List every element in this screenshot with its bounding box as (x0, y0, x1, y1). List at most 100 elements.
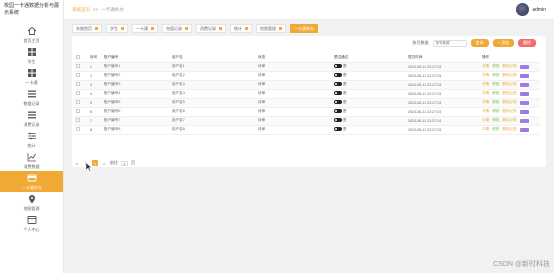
tab-close-icon[interactable] (245, 27, 248, 30)
pager-prev[interactable]: < (74, 160, 80, 166)
extra-action-button[interactable] (519, 64, 529, 69)
edit-link[interactable]: 修改 (492, 82, 499, 87)
row-checkbox[interactable] (76, 82, 80, 86)
extra-action-button[interactable] (519, 91, 529, 96)
search-button[interactable]: 查询 (470, 39, 489, 47)
cell-actions: 详情 修改 删除记录 (480, 98, 540, 108)
sidebar-item-2[interactable]: 学生 (0, 45, 63, 66)
sidebar-item-8[interactable]: 一卡通补办 (0, 171, 63, 192)
row-select-cell[interactable] (74, 107, 88, 117)
pass-toggle[interactable] (334, 127, 342, 131)
cell-account: 账户编号5 (102, 98, 170, 108)
view-link[interactable]: 详情 (482, 109, 489, 114)
view-link[interactable]: 详情 (482, 127, 489, 132)
extra-action-button[interactable] (519, 100, 529, 105)
select-all-checkbox[interactable] (76, 54, 80, 59)
view-link[interactable]: 详情 (482, 64, 489, 69)
tab-7[interactable]: 地图管理 (256, 24, 286, 33)
pass-toggle[interactable] (334, 118, 342, 122)
delete-link[interactable]: 删除记录 (502, 82, 516, 87)
sidebar-item-10[interactable]: 个人中心 (0, 213, 63, 234)
tab-2[interactable]: 学生 (106, 24, 128, 33)
cell-pass: 是 (332, 89, 406, 99)
pass-toggle[interactable] (334, 91, 342, 95)
pass-toggle[interactable] (334, 109, 342, 113)
delete-link[interactable]: 删除记录 (502, 64, 516, 69)
pager-current[interactable]: 1 (92, 160, 98, 166)
edit-link[interactable]: 修改 (492, 73, 499, 78)
row-checkbox[interactable] (76, 127, 80, 131)
delete-button[interactable]: 删除 (518, 39, 536, 47)
delete-link[interactable]: 删除记录 (502, 118, 516, 123)
edit-link[interactable]: 修改 (492, 91, 499, 96)
avatar[interactable] (516, 3, 530, 16)
extra-action-button[interactable] (519, 82, 529, 87)
tab-close-icon[interactable] (121, 27, 124, 30)
add-button[interactable]: + 添加 (492, 39, 514, 47)
pass-toggle[interactable] (334, 73, 342, 77)
view-link[interactable]: 详情 (482, 91, 489, 96)
edit-link[interactable]: 修改 (492, 109, 499, 114)
cell-account: 账户编号8 (102, 125, 170, 135)
edit-link[interactable]: 修改 (492, 100, 499, 105)
view-link[interactable]: 详情 (482, 82, 489, 87)
edit-link[interactable]: 修改 (492, 64, 499, 69)
pager-next[interactable]: > (101, 160, 107, 166)
delete-link[interactable]: 删除记录 (502, 127, 516, 132)
tab-close-icon[interactable] (219, 27, 222, 30)
tab-close-icon[interactable] (185, 27, 188, 30)
mouse-cursor-icon (86, 163, 92, 171)
search-input[interactable] (432, 39, 467, 47)
pass-toggle[interactable] (334, 100, 342, 104)
view-link[interactable]: 详情 (482, 73, 489, 78)
row-checkbox[interactable] (76, 118, 80, 122)
row-select-cell[interactable] (74, 71, 88, 81)
select-all-cell[interactable] (74, 53, 88, 63)
row-select-cell[interactable] (74, 62, 88, 72)
extra-action-button[interactable] (519, 127, 529, 132)
view-link[interactable]: 详情 (482, 100, 489, 105)
tab-close-icon[interactable] (151, 27, 154, 30)
tab-close-icon[interactable] (279, 27, 282, 30)
sidebar-item-5[interactable]: 消费记录 (0, 108, 63, 129)
breadcrumb-home[interactable]: 系统首页 (72, 7, 90, 13)
username[interactable]: admin (532, 7, 546, 13)
row-checkbox[interactable] (76, 91, 80, 95)
row-checkbox[interactable] (76, 109, 80, 113)
sidebar-item-9[interactable]: 地图管理 (0, 192, 63, 213)
tab-6[interactable]: 统计 (230, 24, 252, 33)
row-select-cell[interactable] (74, 116, 88, 126)
delete-link[interactable]: 删除记录 (502, 73, 516, 78)
row-select-cell[interactable] (74, 125, 88, 135)
sidebar-item-1[interactable]: 首页主页 (0, 24, 63, 45)
tab-4[interactable]: 充值记录 (162, 24, 192, 33)
sidebar-item-6[interactable]: 统计 (0, 129, 63, 150)
extra-action-button[interactable] (519, 109, 529, 114)
view-link[interactable]: 详情 (482, 118, 489, 123)
tab-1[interactable]: 系统首页 (72, 24, 102, 33)
sidebar-item-3[interactable]: 一卡通 (0, 66, 63, 87)
tab-8[interactable]: 一卡通补办 (290, 24, 318, 33)
delete-link[interactable]: 删除记录 (502, 91, 516, 96)
delete-link[interactable]: 删除记录 (502, 100, 516, 105)
row-checkbox[interactable] (76, 64, 80, 68)
tab-5[interactable]: 消费记录 (196, 24, 226, 33)
row-select-cell[interactable] (74, 98, 88, 108)
edit-link[interactable]: 修改 (492, 127, 499, 132)
tab-3[interactable]: 一卡通 (132, 24, 158, 33)
sidebar-item-4[interactable]: 数据记录 (0, 87, 63, 108)
row-checkbox[interactable] (76, 73, 80, 77)
row-select-cell[interactable] (74, 89, 88, 99)
pass-toggle[interactable] (334, 64, 342, 68)
extra-action-button[interactable] (519, 73, 529, 78)
row-checkbox[interactable] (76, 100, 80, 104)
pager-jump-input[interactable]: 1 (121, 160, 128, 166)
user-menu[interactable]: admin (516, 3, 546, 16)
tab-close-icon[interactable] (95, 27, 98, 30)
row-select-cell[interactable] (74, 80, 88, 90)
delete-link[interactable]: 删除记录 (502, 109, 516, 114)
extra-action-button[interactable] (519, 118, 529, 123)
edit-link[interactable]: 修改 (492, 118, 499, 123)
sidebar-item-7[interactable]: 消费数据 (0, 150, 63, 171)
pass-toggle[interactable] (334, 82, 342, 86)
